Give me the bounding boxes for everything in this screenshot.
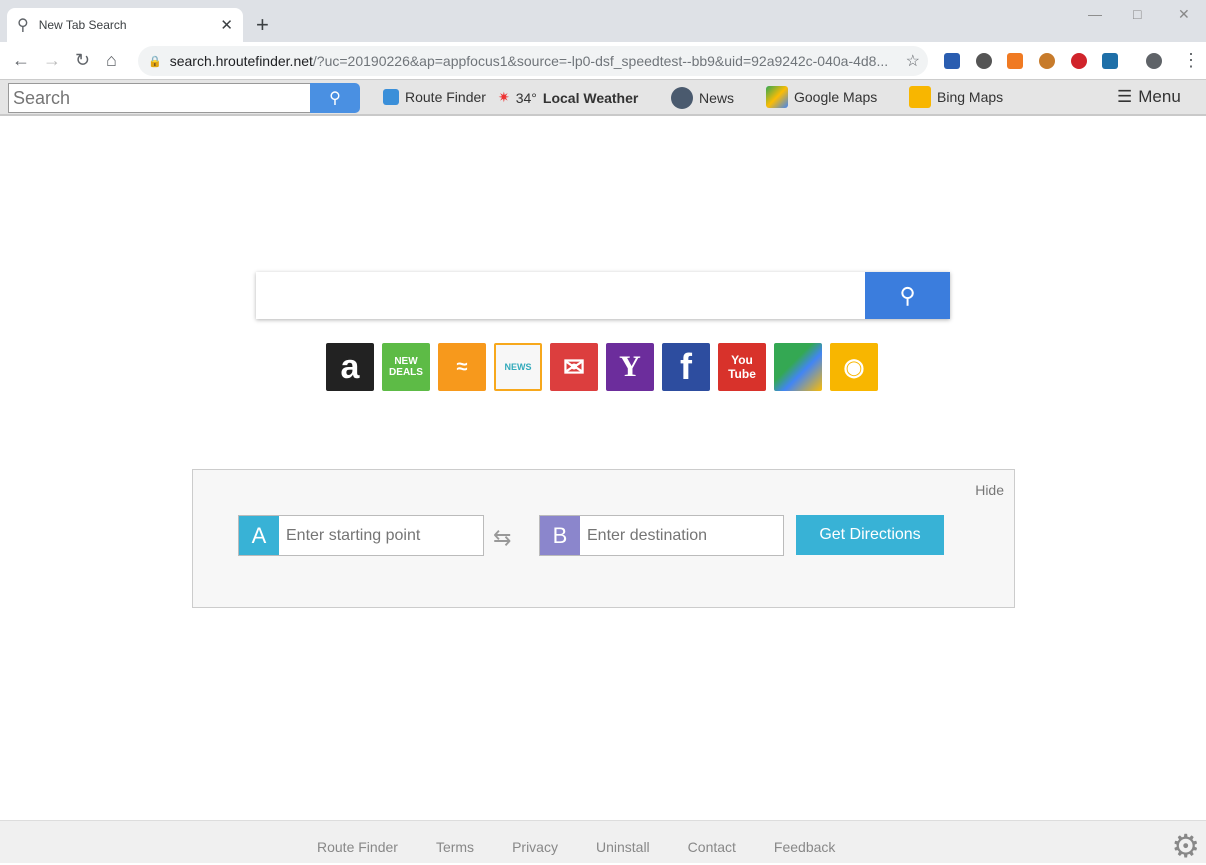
google-maps-link[interactable]: Google Maps — [766, 86, 877, 108]
title-bar: ⚲ New Tab Search ✕ + — □ ✕ — [0, 0, 1206, 42]
extension-icon[interactable] — [944, 53, 960, 69]
news-link[interactable]: News — [671, 87, 734, 109]
menu-button[interactable]: ☰ Menu — [1117, 87, 1181, 107]
weather-link[interactable]: ✷ 34° Local Weather — [498, 89, 638, 106]
audible-tile[interactable]: ≈ — [438, 343, 486, 391]
footer-terms-link[interactable]: Terms — [436, 839, 474, 855]
gear-icon[interactable]: ⚙ — [1171, 827, 1200, 865]
footer-route-finder-link[interactable]: Route Finder — [317, 839, 398, 855]
hide-link[interactable]: Hide — [975, 482, 1004, 498]
main-search-input[interactable] — [256, 272, 864, 319]
extension-toolbar: ⚲ Route Finder ✷34°Local Weather News Go… — [0, 80, 1206, 116]
youtube-tile[interactable]: You Tube — [718, 343, 766, 391]
toolbar-search-button[interactable]: ⚲ — [310, 83, 360, 113]
reload-icon[interactable]: ↻ — [75, 50, 90, 71]
extension-icon[interactable] — [1071, 53, 1087, 69]
new-tab-button[interactable]: + — [256, 12, 269, 38]
footer-privacy-link[interactable]: Privacy — [512, 839, 558, 855]
yahoo-tile[interactable]: Y — [606, 343, 654, 391]
quick-links: a NEW DEALS ≈ NEWS ✉ Y f You Tube ◉ — [326, 343, 878, 391]
browser-tab[interactable]: ⚲ New Tab Search ✕ — [7, 8, 243, 42]
new-deals-tile[interactable]: NEW DEALS — [382, 343, 430, 391]
b-badge: B — [540, 516, 580, 555]
footer: Route Finder Terms Privacy Uninstall Con… — [0, 820, 1206, 865]
maximize-button[interactable]: □ — [1133, 6, 1141, 22]
footer-feedback-link[interactable]: Feedback — [774, 839, 835, 855]
tab-title: New Tab Search — [38, 18, 127, 32]
home-icon[interactable]: ⌂ — [106, 50, 117, 71]
news-icon — [671, 87, 693, 109]
sun-icon: ✷ — [498, 89, 510, 105]
profile-icon[interactable] — [1146, 53, 1162, 69]
a-badge: A — [239, 516, 279, 555]
footer-contact-link[interactable]: Contact — [688, 839, 736, 855]
url-host: search.hroutefinder.net — [169, 53, 313, 69]
bing-maps-link[interactable]: Bing Maps — [909, 86, 1003, 108]
main-search-box: ⚲ — [256, 272, 950, 319]
extension-icon[interactable] — [1039, 53, 1055, 69]
destination-input[interactable] — [580, 516, 780, 555]
news-tile[interactable]: NEWS — [494, 343, 542, 391]
extension-icon[interactable] — [976, 53, 992, 69]
route-icon — [383, 89, 399, 105]
bookmark-star-icon[interactable]: ☆ — [906, 51, 920, 71]
toolbar-search-input[interactable] — [8, 83, 312, 113]
footer-uninstall-link[interactable]: Uninstall — [596, 839, 650, 855]
google-maps-icon — [766, 86, 788, 108]
main-search-button[interactable]: ⚲ — [865, 272, 950, 319]
directions-panel: Hide A ⇆ B Get Directions — [192, 469, 1015, 608]
swap-icon[interactable]: ⇆ — [493, 525, 511, 551]
destination-field: B — [539, 515, 784, 556]
amazon-tile[interactable]: a — [326, 343, 374, 391]
get-directions-button[interactable]: Get Directions — [796, 515, 944, 555]
more-menu-icon[interactable]: ⋮ — [1182, 50, 1200, 71]
bing-maps-tile[interactable]: ◉ — [830, 343, 878, 391]
hamburger-icon: ☰ — [1117, 87, 1133, 106]
address-bar[interactable]: 🔒 search.hroutefinder.net/?uc=20190226&a… — [138, 46, 928, 76]
close-tab-icon[interactable]: ✕ — [220, 16, 233, 34]
search-icon: ⚲ — [329, 90, 341, 107]
minimize-button[interactable]: — — [1088, 6, 1102, 22]
browser-toolbar: ← → ↻ ⌂ 🔒 search.hroutefinder.net/?uc=20… — [0, 42, 1206, 80]
gmail-tile[interactable]: ✉ — [550, 343, 598, 391]
bing-maps-icon — [909, 86, 931, 108]
url-path: /?uc=20190226&ap=appfocus1&source=-lp0-d… — [312, 53, 889, 69]
lock-icon: 🔒 — [148, 55, 162, 68]
extension-icon[interactable] — [1007, 53, 1023, 69]
start-input[interactable] — [279, 516, 479, 555]
search-icon: ⚲ — [17, 17, 29, 34]
start-field: A — [238, 515, 484, 556]
google-maps-tile[interactable] — [774, 343, 822, 391]
search-icon: ⚲ — [899, 282, 916, 308]
forward-icon[interactable]: → — [43, 50, 61, 71]
back-icon[interactable]: ← — [12, 50, 30, 71]
extension-icon[interactable] — [1102, 53, 1118, 69]
close-window-button[interactable]: ✕ — [1178, 6, 1190, 23]
facebook-tile[interactable]: f — [662, 343, 710, 391]
route-finder-link[interactable]: Route Finder — [383, 89, 486, 105]
